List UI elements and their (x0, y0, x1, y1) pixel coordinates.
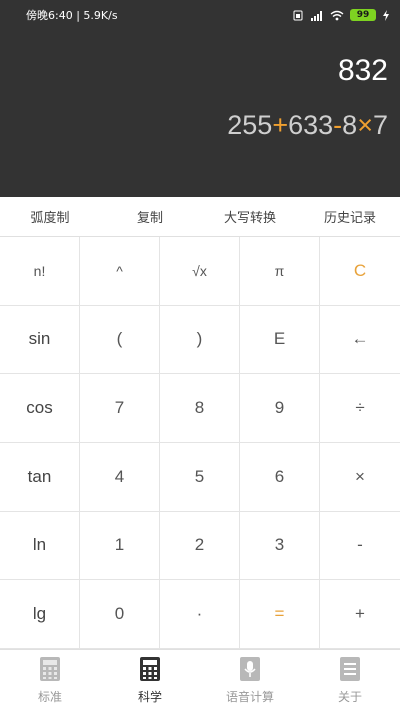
key-power[interactable]: ^ (80, 237, 160, 306)
key-decimal[interactable]: · (160, 580, 240, 649)
expression-operator: × (357, 110, 373, 140)
key-2[interactable]: 2 (160, 511, 240, 581)
charging-icon (382, 9, 390, 21)
voice-calculator-icon (239, 656, 261, 686)
key-0[interactable]: 0 (80, 580, 160, 649)
nav-label: 语音计算 (225, 689, 274, 704)
key-right-paren[interactable]: ) (160, 305, 240, 375)
key-9[interactable]: 9 (240, 374, 320, 443)
keypad: n! ^ √x π C sin ( ) E ← cos 7 8 9 ÷ tan … (0, 237, 400, 649)
calculator-display: 832 255+633-8×7 (0, 30, 400, 197)
key-pi[interactable]: π (240, 237, 320, 306)
key-1[interactable]: 1 (80, 511, 160, 581)
key-factorial[interactable]: n! (0, 237, 80, 306)
key-equals[interactable]: = (240, 580, 320, 649)
key-add[interactable]: + (320, 580, 400, 649)
expression-operand: 633 (288, 110, 334, 140)
key-multiply[interactable]: × (320, 443, 400, 512)
copy-button[interactable]: 复制 (100, 197, 200, 236)
expression-operand: 255 (227, 110, 273, 140)
key-tan[interactable]: tan (0, 442, 80, 512)
history-button[interactable]: 历史记录 (300, 197, 400, 236)
key-left-paren[interactable]: ( (80, 305, 160, 375)
key-sin[interactable]: sin (0, 305, 80, 375)
expression-operator: - (333, 110, 343, 140)
key-lg[interactable]: lg (0, 580, 80, 649)
expression-operand: 8 (342, 110, 358, 140)
key-7[interactable]: 7 (80, 374, 160, 443)
standard-calculator-icon (39, 656, 61, 686)
uppercase-convert-button[interactable]: 大写转换 (200, 197, 300, 236)
key-5[interactable]: 5 (160, 442, 240, 512)
nav-label: 科学 (137, 689, 162, 704)
scientific-calculator-icon (139, 656, 161, 686)
nav-label: 标准 (37, 689, 62, 704)
key-backspace[interactable]: ← (320, 306, 400, 375)
status-time-speed: 傍晚6:40 | 5.9K/s (26, 9, 118, 22)
wifi-icon (330, 10, 344, 21)
expression-operand: 7 (372, 110, 388, 140)
key-divide[interactable]: ÷ (320, 374, 400, 443)
result-value: 832 (337, 54, 388, 87)
status-bar: 傍晚6:40 | 5.9K/s 99 (0, 0, 400, 30)
key-clear[interactable]: C (320, 237, 400, 306)
key-6[interactable]: 6 (240, 442, 320, 512)
nav-voice[interactable]: 语音计算 (200, 650, 300, 710)
radian-mode-button[interactable]: 弧度制 (0, 197, 100, 236)
key-e[interactable]: E (240, 305, 320, 375)
battery-icon: 99 (350, 9, 376, 21)
nav-standard[interactable]: 标准 (0, 650, 100, 710)
key-ln[interactable]: ln (0, 511, 80, 581)
nav-about[interactable]: 关于 (300, 650, 400, 710)
key-subtract[interactable]: - (320, 512, 400, 581)
signal-icon (310, 10, 324, 21)
status-icons: 99 (293, 9, 390, 21)
key-cos[interactable]: cos (0, 374, 80, 443)
expression-operator: + (272, 110, 289, 140)
nav-label: 关于 (337, 689, 362, 704)
key-8[interactable]: 8 (160, 374, 240, 443)
key-sqrt[interactable]: √x (160, 237, 240, 306)
key-4[interactable]: 4 (80, 442, 160, 512)
sim-icon (293, 10, 304, 21)
function-row: 弧度制 复制 大写转换 历史记录 (0, 197, 400, 237)
bottom-nav: 标准 科学 语音计算 关于 (0, 649, 400, 710)
key-3[interactable]: 3 (240, 511, 320, 581)
about-icon (339, 656, 361, 686)
expression: 255+633-8×7 (227, 110, 388, 141)
nav-scientific[interactable]: 科学 (100, 650, 200, 710)
